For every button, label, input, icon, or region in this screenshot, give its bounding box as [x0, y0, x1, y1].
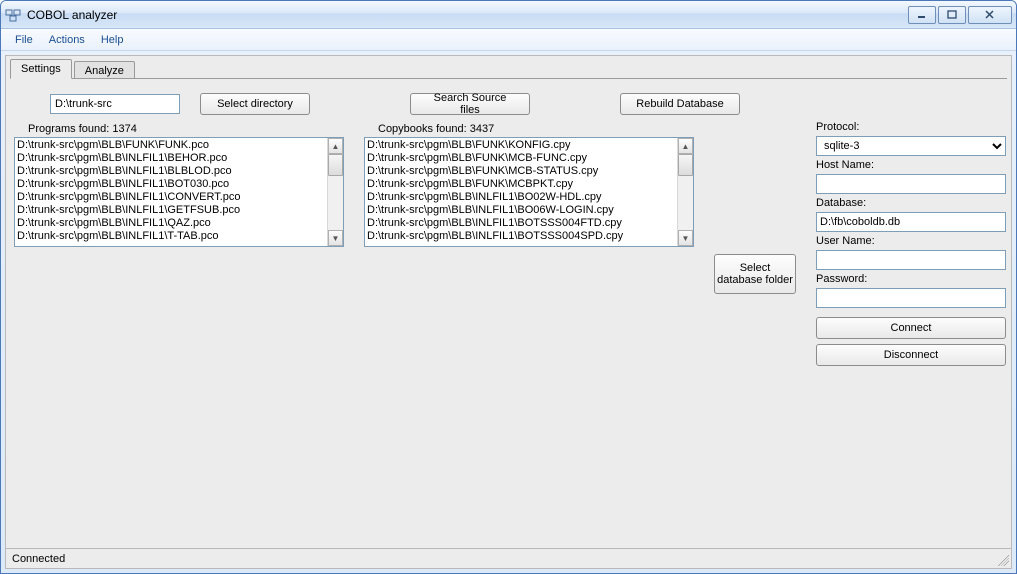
maximize-button[interactable]	[938, 6, 966, 24]
protocol-label: Protocol:	[816, 121, 1006, 133]
scroll-down-icon[interactable]: ▼	[678, 230, 693, 246]
copybooks-column: Copybooks found: 3437 D:\trunk-src\pgm\B…	[364, 121, 694, 366]
programs-scrollbar[interactable]: ▲ ▼	[327, 138, 343, 246]
list-item[interactable]: D:\trunk-src\pgm\BLB\FUNK\MCB-FUNC.cpy	[367, 152, 675, 165]
scroll-up-icon[interactable]: ▲	[328, 138, 343, 154]
list-item[interactable]: D:\trunk-src\pgm\BLB\INLFIL1\QAZ.pco	[17, 217, 325, 230]
connection-panel: Protocol: sqlite-3 Host Name: Database: …	[816, 121, 1010, 366]
client-area: Settings Analyze Select directory Search…	[5, 55, 1012, 569]
copybooks-scrollbar[interactable]: ▲ ▼	[677, 138, 693, 246]
scroll-thumb[interactable]	[678, 154, 693, 176]
scroll-track[interactable]	[328, 154, 343, 230]
list-item[interactable]: D:\trunk-src\pgm\BLB\INLFIL1\BOT030.pco	[17, 178, 325, 191]
scroll-up-icon[interactable]: ▲	[678, 138, 693, 154]
statusbar: Connected	[6, 548, 1011, 568]
list-item[interactable]: D:\trunk-src\pgm\BLB\FUNK\MCBPKT.cpy	[367, 178, 675, 191]
app-window: COBOL analyzer File Actions Help Setting…	[0, 0, 1017, 574]
list-item[interactable]: D:\trunk-src\pgm\BLB\INLFIL1\CONVERT.pco	[17, 191, 325, 204]
copybooks-list-content: D:\trunk-src\pgm\BLB\FUNK\KONFIG.cpy D:\…	[365, 138, 677, 246]
rebuild-database-button[interactable]: Rebuild Database	[620, 93, 740, 115]
host-input[interactable]	[816, 174, 1006, 194]
window-controls	[906, 6, 1012, 24]
menu-actions[interactable]: Actions	[41, 32, 93, 48]
copybooks-label: Copybooks found: 3437	[364, 121, 694, 137]
search-source-button[interactable]: Search Source files	[410, 93, 530, 115]
database-input[interactable]	[816, 212, 1006, 232]
list-item[interactable]: D:\trunk-src\pgm\BLB\FUNK\MCB-STATUS.cpy	[367, 165, 675, 178]
scroll-track[interactable]	[678, 154, 693, 230]
menu-help[interactable]: Help	[93, 32, 132, 48]
list-item[interactable]: D:\trunk-src\pgm\BLB\FUNK\KONFIG.cpy	[367, 139, 675, 152]
programs-listbox[interactable]: D:\trunk-src\pgm\BLB\FUNK\FUNK.pco D:\tr…	[14, 137, 344, 247]
programs-list-content: D:\trunk-src\pgm\BLB\FUNK\FUNK.pco D:\tr…	[15, 138, 327, 246]
protocol-select[interactable]: sqlite-3	[816, 136, 1006, 156]
user-label: User Name:	[816, 235, 1006, 247]
password-input[interactable]	[816, 288, 1006, 308]
list-item[interactable]: D:\trunk-src\pgm\BLB\INLFIL1\BEHOR.pco	[17, 152, 325, 165]
minimize-button[interactable]	[908, 6, 936, 24]
connect-button[interactable]: Connect	[816, 317, 1006, 339]
menubar: File Actions Help	[1, 29, 1016, 51]
select-directory-button[interactable]: Select directory	[200, 93, 310, 115]
window-title: COBOL analyzer	[27, 8, 906, 22]
select-db-folder-area: Select database folder	[714, 121, 796, 366]
list-item[interactable]: D:\trunk-src\pgm\BLB\FUNK\FUNK.pco	[17, 139, 325, 152]
list-item[interactable]: D:\trunk-src\pgm\BLB\INLFIL1\BO02W-HDL.c…	[367, 191, 675, 204]
disconnect-button[interactable]: Disconnect	[816, 344, 1006, 366]
list-item[interactable]: D:\trunk-src\pgm\BLB\INLFIL1\BOTSSS004SP…	[367, 230, 675, 243]
scroll-down-icon[interactable]: ▼	[328, 230, 343, 246]
btn-line1: Select	[740, 262, 771, 274]
close-button[interactable]	[968, 6, 1012, 24]
top-controls: Select directory Search Source files Reb…	[10, 79, 1007, 121]
btn-line2: database folder	[717, 274, 793, 286]
tabs: Settings Analyze	[6, 56, 1011, 78]
programs-column: Programs found: 1374 D:\trunk-src\pgm\BL…	[14, 121, 344, 366]
scroll-thumb[interactable]	[328, 154, 343, 176]
titlebar: COBOL analyzer	[1, 1, 1016, 29]
menu-file[interactable]: File	[7, 32, 41, 48]
source-dir-input[interactable]	[50, 94, 180, 114]
tab-settings[interactable]: Settings	[10, 59, 72, 79]
programs-label: Programs found: 1374	[14, 121, 344, 137]
main-area: Programs found: 1374 D:\trunk-src\pgm\BL…	[10, 121, 1007, 366]
select-database-folder-button[interactable]: Select database folder	[714, 254, 796, 294]
list-item[interactable]: D:\trunk-src\pgm\BLB\INLFIL1\BLBLOD.pco	[17, 165, 325, 178]
password-label: Password:	[816, 273, 1006, 285]
list-item[interactable]: D:\trunk-src\pgm\BLB\INLFIL1\GETFSUB.pco	[17, 204, 325, 217]
user-input[interactable]	[816, 250, 1006, 270]
app-icon	[5, 7, 21, 23]
host-label: Host Name:	[816, 159, 1006, 171]
database-label: Database:	[816, 197, 1006, 209]
tab-content-settings: Select directory Search Source files Reb…	[10, 78, 1007, 544]
status-text: Connected	[12, 553, 65, 565]
list-item[interactable]: D:\trunk-src\pgm\BLB\INLFIL1\BOTSSS004FT…	[367, 217, 675, 230]
list-item[interactable]: D:\trunk-src\pgm\BLB\INLFIL1\BO06W-LOGIN…	[367, 204, 675, 217]
copybooks-listbox[interactable]: D:\trunk-src\pgm\BLB\FUNK\KONFIG.cpy D:\…	[364, 137, 694, 247]
resize-grip-icon[interactable]	[995, 552, 1009, 566]
list-item[interactable]: D:\trunk-src\pgm\BLB\INLFIL1\T-TAB.pco	[17, 230, 325, 243]
